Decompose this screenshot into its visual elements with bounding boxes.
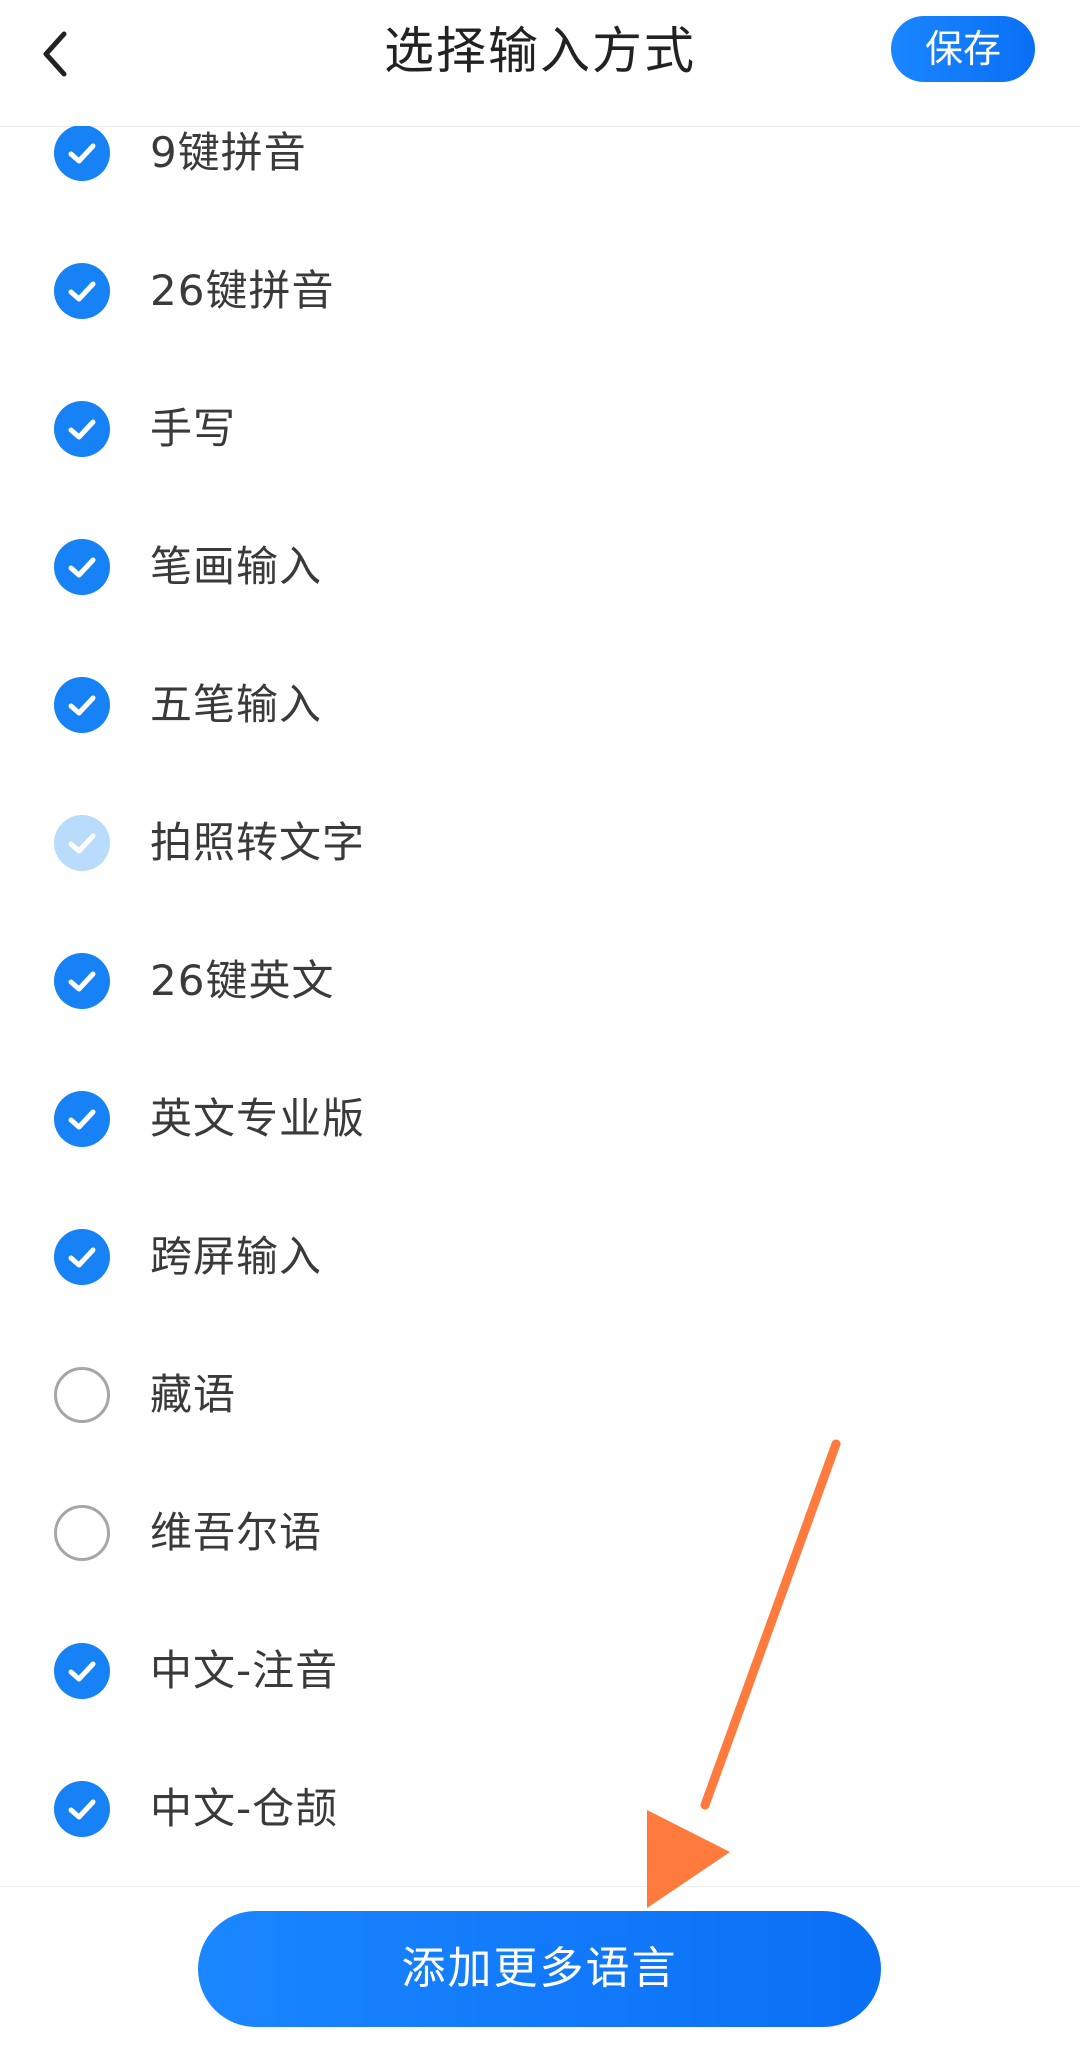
list-item-label: 藏语	[150, 1370, 237, 1419]
checkmark-icon	[68, 557, 96, 578]
list-item-label: 26键英文	[150, 956, 335, 1005]
checkmark-icon	[68, 695, 96, 716]
list-item[interactable]: 英文专业版	[0, 1049, 1080, 1187]
checkmark-icon	[68, 1247, 96, 1268]
checkbox-unchecked[interactable]	[54, 1505, 110, 1561]
save-button[interactable]: 保存	[891, 16, 1035, 82]
list-item[interactable]: 26键英文	[0, 911, 1080, 1049]
list-item[interactable]: 跨屏输入	[0, 1187, 1080, 1325]
checkbox-checked[interactable]	[54, 539, 110, 595]
app-screen: 选择输入方式 保存 9键拼音 26键拼音 手写 笔画输入 五笔输入 拍照转文字 …	[0, 0, 1080, 2056]
checkbox-checked[interactable]	[54, 1091, 110, 1147]
list-item-label: 拍照转文字	[150, 818, 366, 867]
list-item-label: 五笔输入	[150, 680, 323, 729]
list-item[interactable]: 手写	[0, 359, 1080, 497]
list-item-label: 跨屏输入	[150, 1232, 323, 1281]
list-item-label: 中文-注音	[150, 1646, 339, 1695]
list-item[interactable]: 笔画输入	[0, 497, 1080, 635]
checkbox-checked[interactable]	[54, 263, 110, 319]
list-item: 拍照转文字	[0, 773, 1080, 911]
list-item[interactable]: 藏语	[0, 1325, 1080, 1463]
list-item-label: 手写	[150, 404, 237, 453]
checkmark-icon	[68, 143, 96, 164]
checkbox-checked[interactable]	[54, 1229, 110, 1285]
checkbox-checked[interactable]	[54, 126, 110, 181]
footer-divider	[0, 1886, 1080, 1887]
checkbox-checked[interactable]	[54, 677, 110, 733]
list-item-label: 英文专业版	[150, 1094, 366, 1143]
checkmark-icon	[68, 971, 96, 992]
checkmark-icon	[68, 1799, 96, 1820]
add-more-languages-button[interactable]: 添加更多语言	[198, 1911, 881, 2027]
checkmark-icon	[68, 419, 96, 440]
checkbox-checked[interactable]	[54, 401, 110, 457]
list-item-label: 26键拼音	[150, 266, 335, 315]
top-bar: 选择输入方式 保存	[0, 0, 1080, 127]
list-item-label: 笔画输入	[150, 542, 323, 591]
list-item-label: 维吾尔语	[150, 1508, 323, 1557]
list-item-label: 9键拼音	[150, 128, 307, 177]
list-item[interactable]: 五笔输入	[0, 635, 1080, 773]
list-item[interactable]: 26键拼音	[0, 221, 1080, 359]
list-item[interactable]: 中文-注音	[0, 1601, 1080, 1739]
checkbox-unchecked[interactable]	[54, 1367, 110, 1423]
checkmark-icon	[68, 281, 96, 302]
checkbox-checked[interactable]	[54, 1781, 110, 1837]
list-item[interactable]: 9键拼音	[0, 126, 1080, 221]
list-item[interactable]: 中文-仓颉	[0, 1739, 1080, 1877]
checkbox-checked[interactable]	[54, 953, 110, 1009]
checkmark-icon	[68, 1109, 96, 1130]
list-item-label: 中文-仓颉	[150, 1784, 339, 1833]
checkbox-disabled-checked	[54, 815, 110, 871]
checkbox-checked[interactable]	[54, 1643, 110, 1699]
list-item[interactable]: 维吾尔语	[0, 1463, 1080, 1601]
checkmark-icon	[68, 833, 96, 854]
input-method-list: 9键拼音 26键拼音 手写 笔画输入 五笔输入 拍照转文字 26键英文 英文专业…	[0, 126, 1080, 1886]
checkmark-icon	[68, 1661, 96, 1682]
